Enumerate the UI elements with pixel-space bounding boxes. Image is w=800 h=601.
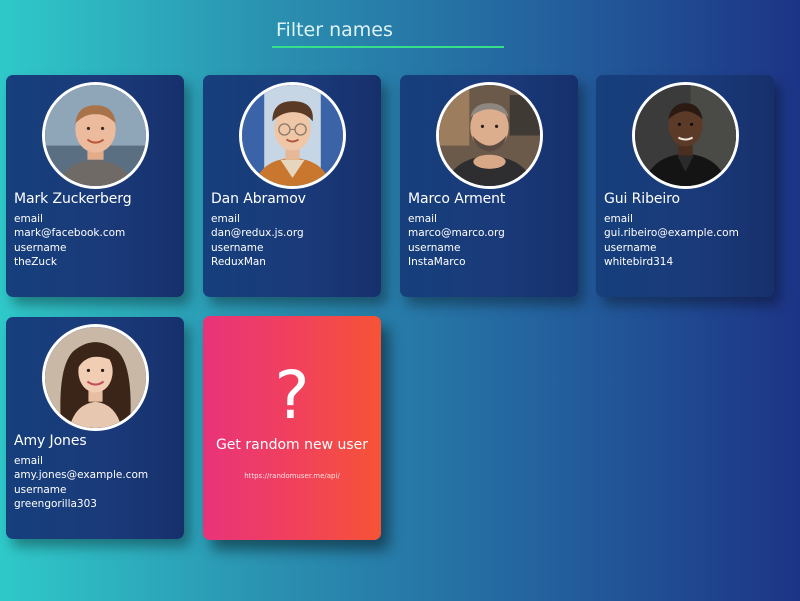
user-name: Marco Arment (408, 191, 506, 207)
email-label: email (604, 213, 633, 225)
user-card-marco-arment[interactable]: Marco Arment email marco@marco.org usern… (400, 75, 578, 297)
email-label: email (408, 213, 437, 225)
user-username: theZuck (14, 256, 57, 268)
user-card-amy-jones[interactable]: Amy Jones email amy.jones@example.com us… (6, 317, 184, 539)
user-name: Mark Zuckerberg (14, 191, 132, 207)
user-name: Gui Ribeiro (604, 191, 680, 207)
random-card-url: https://randomuser.me/api/ (244, 472, 340, 480)
user-email: mark@facebook.com (14, 227, 126, 239)
user-name: Dan Abramov (211, 191, 306, 207)
user-email: gui.ribeiro@example.com (604, 227, 739, 239)
question-mark-icon: ? (274, 357, 310, 434)
avatar (42, 82, 149, 189)
user-name: Amy Jones (14, 433, 87, 449)
user-username: ReduxMan (211, 256, 266, 268)
avatar (436, 82, 543, 189)
user-card-gui-ribeiro[interactable]: Gui Ribeiro email gui.ribeiro@example.co… (596, 75, 774, 297)
email-label: email (14, 213, 43, 225)
user-card-mark-zuckerberg[interactable]: Mark Zuckerberg email mark@facebook.com … (6, 75, 184, 297)
user-email: amy.jones@example.com (14, 469, 149, 481)
user-username: whitebird314 (604, 256, 674, 268)
email-label: email (211, 213, 240, 225)
username-label: username (211, 242, 264, 254)
avatar (42, 324, 149, 431)
email-label: email (14, 455, 43, 467)
random-card-title: Get random new user (215, 437, 369, 453)
filter-field (272, 14, 504, 48)
user-email: marco@marco.org (408, 227, 505, 239)
user-card-dan-abramov[interactable]: Dan Abramov email dan@redux.js.org usern… (203, 75, 381, 297)
get-random-user-card[interactable]: ? Get random new user https://randomuser… (203, 316, 381, 540)
avatar (632, 82, 739, 189)
username-label: username (14, 242, 67, 254)
username-label: username (604, 242, 657, 254)
avatar (239, 82, 346, 189)
username-label: username (408, 242, 461, 254)
user-email: dan@redux.js.org (211, 227, 304, 239)
user-username: greengorilla303 (14, 498, 97, 510)
filter-names-input[interactable] (272, 14, 504, 46)
username-label: username (14, 484, 67, 496)
user-username: InstaMarco (408, 256, 466, 268)
